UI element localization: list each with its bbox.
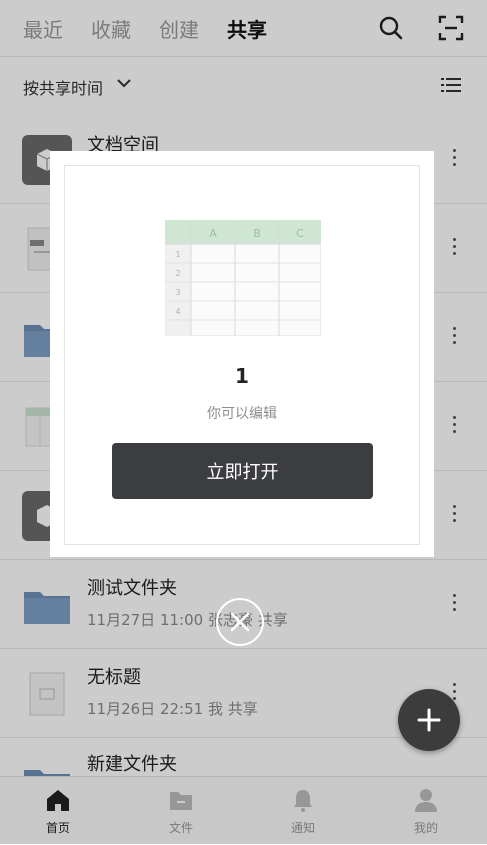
plus-icon xyxy=(417,708,441,732)
dialog-card: A B C 1 2 3 4 1 你可以编辑 立即打开 xyxy=(64,165,420,545)
column-header: B xyxy=(253,227,261,240)
row-header: 4 xyxy=(175,307,180,316)
share-preview-dialog: A B C 1 2 3 4 1 你可以编辑 立即打开 xyxy=(50,151,434,557)
close-dialog-button[interactable] xyxy=(216,598,264,646)
row-header: 1 xyxy=(175,250,180,259)
row-header: 2 xyxy=(175,269,180,278)
create-new-button[interactable] xyxy=(398,689,460,751)
spreadsheet-preview-icon: A B C 1 2 3 4 xyxy=(165,220,321,336)
open-now-button[interactable]: 立即打开 xyxy=(112,443,373,499)
column-header: A xyxy=(209,227,217,240)
permission-text: 你可以编辑 xyxy=(207,406,277,422)
column-header: C xyxy=(296,227,304,240)
close-icon xyxy=(230,612,250,632)
file-name: 1 xyxy=(235,364,249,388)
row-header: 3 xyxy=(175,288,180,297)
